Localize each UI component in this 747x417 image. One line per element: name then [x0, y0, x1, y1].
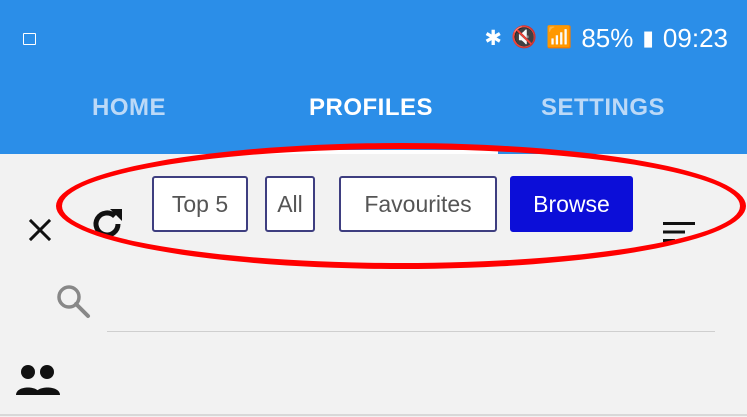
- filter-top5-button[interactable]: Top 5: [152, 176, 248, 232]
- tab-bar: HOME PROFILES SETTINGS: [0, 68, 747, 154]
- status-icons: ✱ 🔇 📶 85% ▮ 09:23: [484, 22, 728, 53]
- divider: [0, 414, 747, 416]
- refresh-icon[interactable]: [88, 205, 126, 243]
- bluetooth-icon: ✱: [484, 26, 502, 50]
- tab-settings[interactable]: SETTINGS: [541, 94, 665, 122]
- wifi-icon: 📶: [546, 26, 573, 49]
- mute-icon: 🔇: [511, 26, 538, 49]
- search-icon: [57, 285, 90, 318]
- filter-all-button[interactable]: All: [265, 176, 315, 232]
- tab-home[interactable]: HOME: [92, 94, 166, 122]
- search-input[interactable]: [107, 275, 715, 332]
- gallery-icon: [23, 33, 36, 45]
- close-icon[interactable]: [28, 218, 52, 242]
- sort-icon[interactable]: [663, 220, 695, 244]
- tab-indicator: [250, 150, 498, 154]
- battery-icon: ▮: [642, 26, 654, 50]
- battery-percent: 85%: [581, 22, 634, 53]
- filter-favourites-button[interactable]: Favourites: [339, 176, 497, 232]
- filter-browse-button[interactable]: Browse: [510, 176, 633, 232]
- tab-profiles[interactable]: PROFILES: [309, 94, 433, 122]
- people-icon: [16, 365, 60, 395]
- status-bar: ✱ 🔇 📶 85% ▮ 09:23: [0, 0, 747, 68]
- clock: 09:23: [662, 22, 728, 53]
